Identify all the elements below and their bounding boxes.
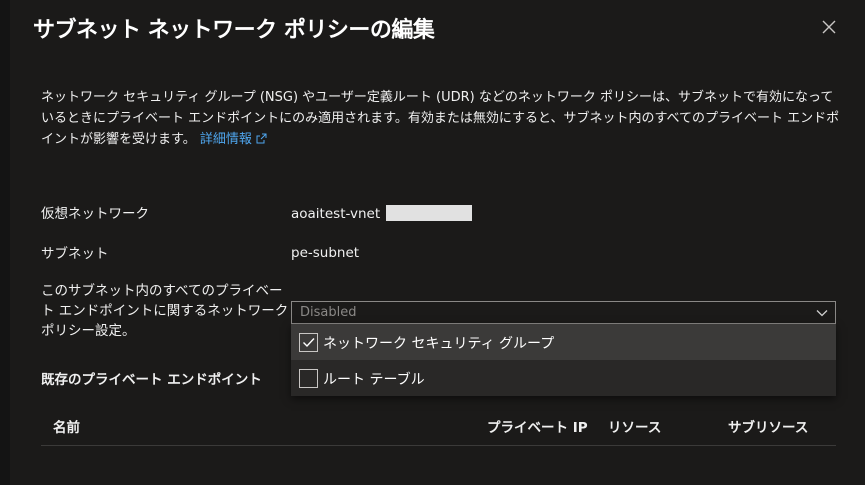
existing-endpoints-title: 既存のプライベート エンドポイント xyxy=(41,372,262,388)
learn-more-label: 詳細情報 xyxy=(199,132,252,147)
subnet-label: サブネット xyxy=(41,246,109,262)
dropdown-options-list: ネットワーク セキュリティ グループ ルート テーブル xyxy=(291,324,836,396)
policy-setting-label: このサブネット内のすべてのプライベート エンドポイントに関するネットワーク ポリ… xyxy=(41,283,289,339)
table-divider xyxy=(41,445,836,446)
column-header-private-ip: プライベート IP xyxy=(487,420,588,436)
nsg-checkbox[interactable] xyxy=(299,333,318,352)
policy-description: ネットワーク セキュリティ グループ (NSG) やユーザー定義ルート (UDR… xyxy=(41,87,841,150)
vnet-label: 仮想ネットワーク xyxy=(41,206,149,222)
chevron-down-icon xyxy=(816,310,828,317)
option-label: ルート テーブル xyxy=(323,372,425,388)
option-network-security-group[interactable]: ネットワーク セキュリティ グループ xyxy=(291,324,836,360)
column-header-resource: リソース xyxy=(608,420,662,436)
route-table-checkbox[interactable] xyxy=(299,369,318,388)
vnet-value: aoaitest-vnet xyxy=(291,205,473,222)
vnet-name: aoaitest-vnet xyxy=(291,206,381,222)
close-button[interactable] xyxy=(818,16,840,38)
dropdown-selected-value: Disabled xyxy=(300,305,357,320)
external-link-icon xyxy=(256,133,267,144)
column-header-name: 名前 xyxy=(53,420,80,436)
description-text: ネットワーク セキュリティ グループ (NSG) やユーザー定義ルート (UDR… xyxy=(41,90,840,147)
policy-dropdown[interactable]: Disabled xyxy=(291,301,836,324)
column-header-subresource: サブリソース xyxy=(728,420,809,436)
close-icon xyxy=(822,20,836,34)
page-title: サブネット ネットワーク ポリシーの編集 xyxy=(33,18,435,43)
redacted-block xyxy=(386,205,473,221)
subnet-value: pe-subnet xyxy=(291,245,360,261)
checkmark-icon xyxy=(303,338,315,348)
option-label: ネットワーク セキュリティ グループ xyxy=(323,336,555,352)
option-route-table[interactable]: ルート テーブル xyxy=(291,360,836,396)
learn-more-link[interactable]: 詳細情報 xyxy=(200,132,267,147)
edit-subnet-policy-panel: サブネット ネットワーク ポリシーの編集 ネットワーク セキュリティ グループ … xyxy=(10,0,865,485)
